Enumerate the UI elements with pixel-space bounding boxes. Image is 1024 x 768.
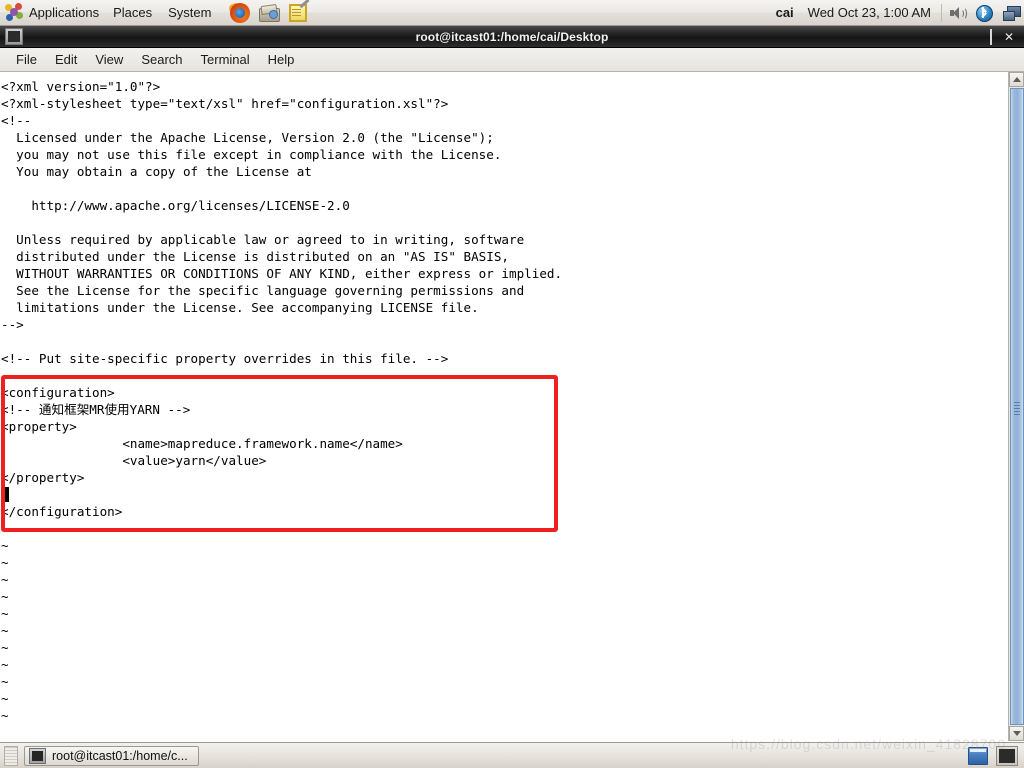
- window-title: root@itcast01:/home/cai/Desktop: [415, 29, 609, 44]
- menu-search[interactable]: Search: [132, 50, 191, 69]
- firefox-icon[interactable]: [228, 2, 251, 24]
- terminal-window: root@itcast01:/home/cai/Desktop ✕ File E…: [0, 26, 1024, 742]
- applications-icon: [4, 2, 24, 23]
- menu-edit[interactable]: Edit: [46, 50, 86, 69]
- window-menubar: File Edit View Search Terminal Help: [0, 48, 1024, 72]
- window-controls: ✕: [978, 28, 1024, 45]
- top-panel: Applications Places System cai Wed Oct 2…: [0, 0, 1024, 26]
- applications-menu-label: Applications: [29, 5, 100, 20]
- menu-file[interactable]: File: [7, 50, 46, 69]
- scroll-down-button[interactable]: [1009, 726, 1024, 741]
- window-titlebar[interactable]: root@itcast01:/home/cai/Desktop ✕: [0, 26, 1024, 48]
- taskbar-window-button[interactable]: root@itcast01:/home/c...: [24, 745, 199, 766]
- volume-icon[interactable]: [948, 4, 967, 22]
- terminal-text-area[interactable]: <?xml version="1.0"?> <?xml-stylesheet t…: [0, 72, 1024, 741]
- scroll-up-button[interactable]: [1009, 72, 1024, 87]
- places-menu-label: Places: [113, 5, 153, 20]
- taskbar-window-label: root@itcast01:/home/c...: [52, 748, 188, 763]
- applications-menu[interactable]: Applications: [0, 0, 105, 25]
- system-menu-label: System: [168, 5, 212, 20]
- panel-username: cai: [775, 5, 794, 20]
- taskbar-tray: [968, 745, 1024, 766]
- text-editor-icon[interactable]: [287, 0, 311, 24]
- system-menu[interactable]: System: [160, 0, 219, 25]
- close-button[interactable]: ✕: [1004, 31, 1014, 43]
- menu-view[interactable]: View: [86, 50, 132, 69]
- vim-empty-line-markers: ~ ~ ~ ~ ~ ~ ~ ~ ~ ~ ~: [1, 538, 9, 723]
- vertical-scrollbar[interactable]: [1008, 72, 1024, 741]
- places-menu[interactable]: Places: [105, 0, 160, 25]
- maximize-button[interactable]: [989, 28, 992, 45]
- scrollbar-thumb[interactable]: [1010, 88, 1024, 725]
- menu-terminal[interactable]: Terminal: [192, 50, 259, 69]
- panel-tray: [941, 3, 1021, 22]
- editor-buffer-text: <?xml version="1.0"?> <?xml-stylesheet t…: [1, 79, 563, 536]
- network-icon[interactable]: [1002, 4, 1021, 22]
- panel-launchers: [228, 0, 311, 24]
- show-desktop-button[interactable]: [4, 745, 18, 766]
- bluetooth-icon[interactable]: [975, 4, 993, 22]
- folder-tray-icon[interactable]: [968, 746, 988, 765]
- file-manager-icon[interactable]: [258, 2, 281, 24]
- terminal-tray-icon[interactable]: [996, 745, 1018, 766]
- text-cursor: [1, 487, 9, 502]
- bottom-taskbar: root@itcast01:/home/c...: [0, 742, 1024, 768]
- terminal-taskbar-icon: [29, 747, 46, 764]
- menu-help[interactable]: Help: [259, 50, 304, 69]
- panel-clock[interactable]: Wed Oct 23, 1:00 AM: [808, 5, 941, 20]
